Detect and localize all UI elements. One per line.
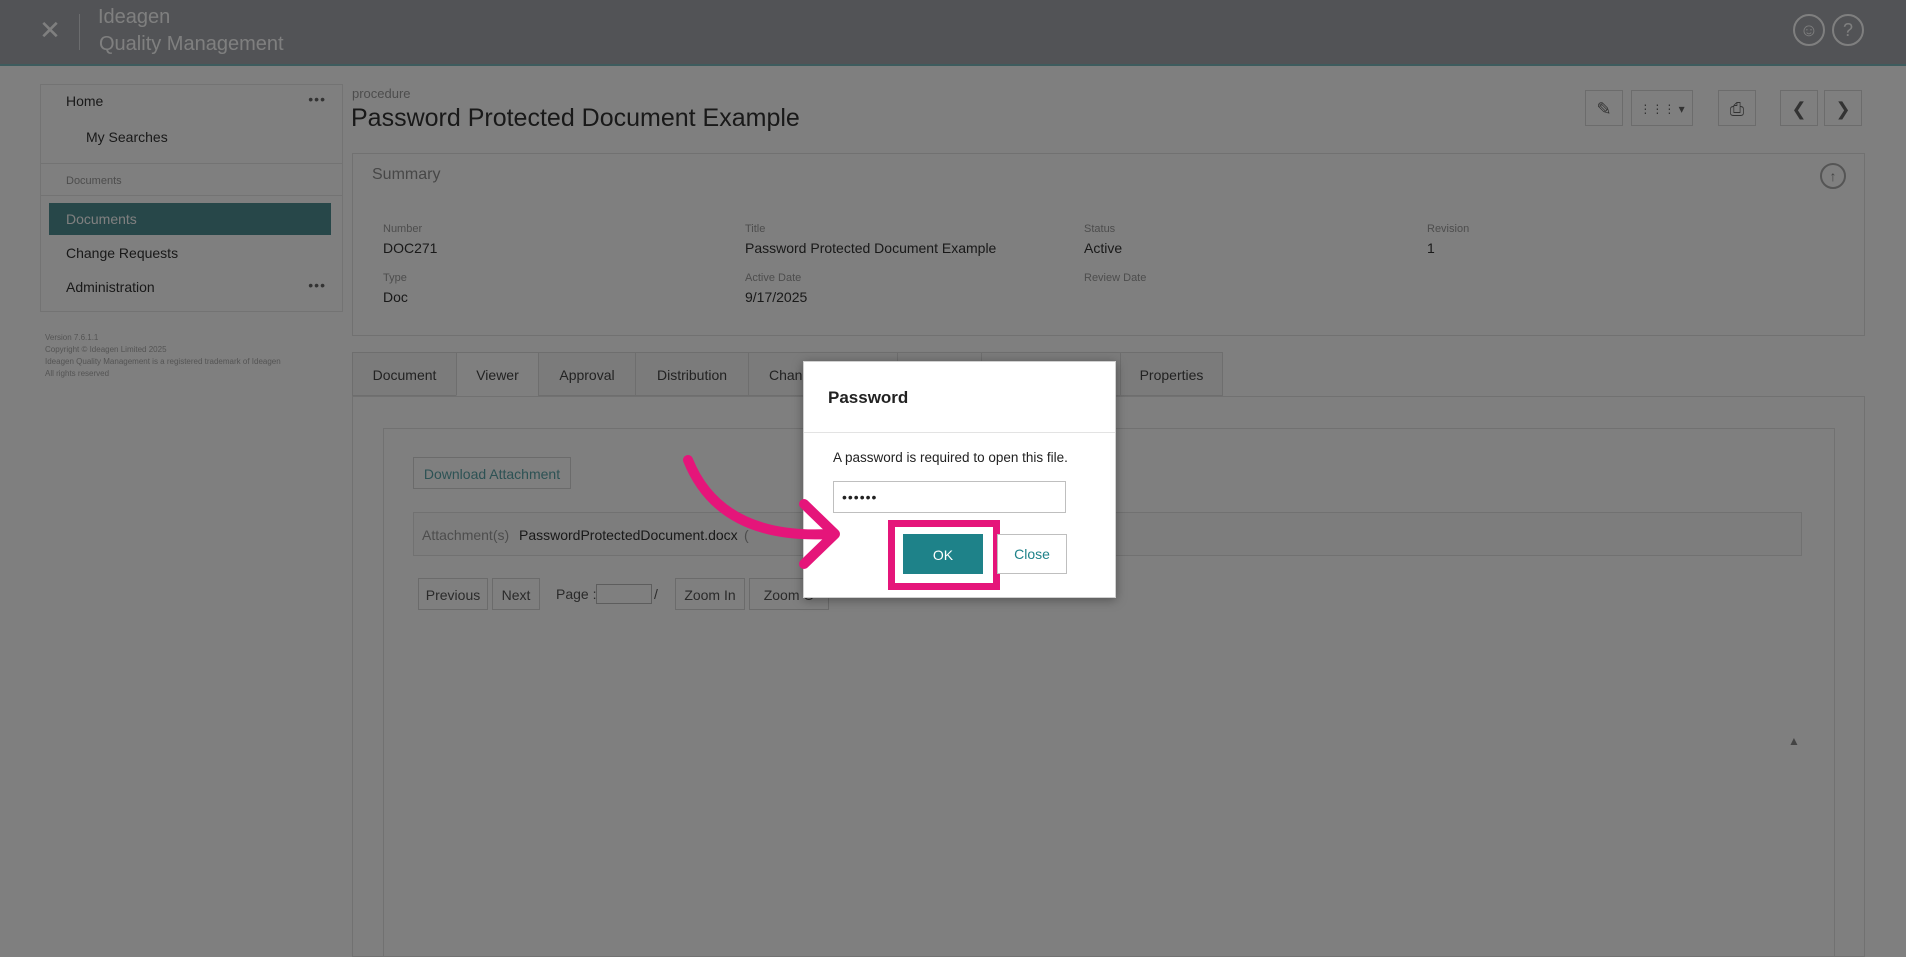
dialog-title: Password (828, 388, 909, 407)
pointer-arrow-icon (683, 455, 840, 569)
scrollbar-track[interactable] (1906, 0, 1920, 957)
ok-button[interactable]: OK (903, 534, 983, 574)
dialog-divider (804, 432, 1115, 433)
close-button[interactable]: Close (997, 534, 1067, 574)
